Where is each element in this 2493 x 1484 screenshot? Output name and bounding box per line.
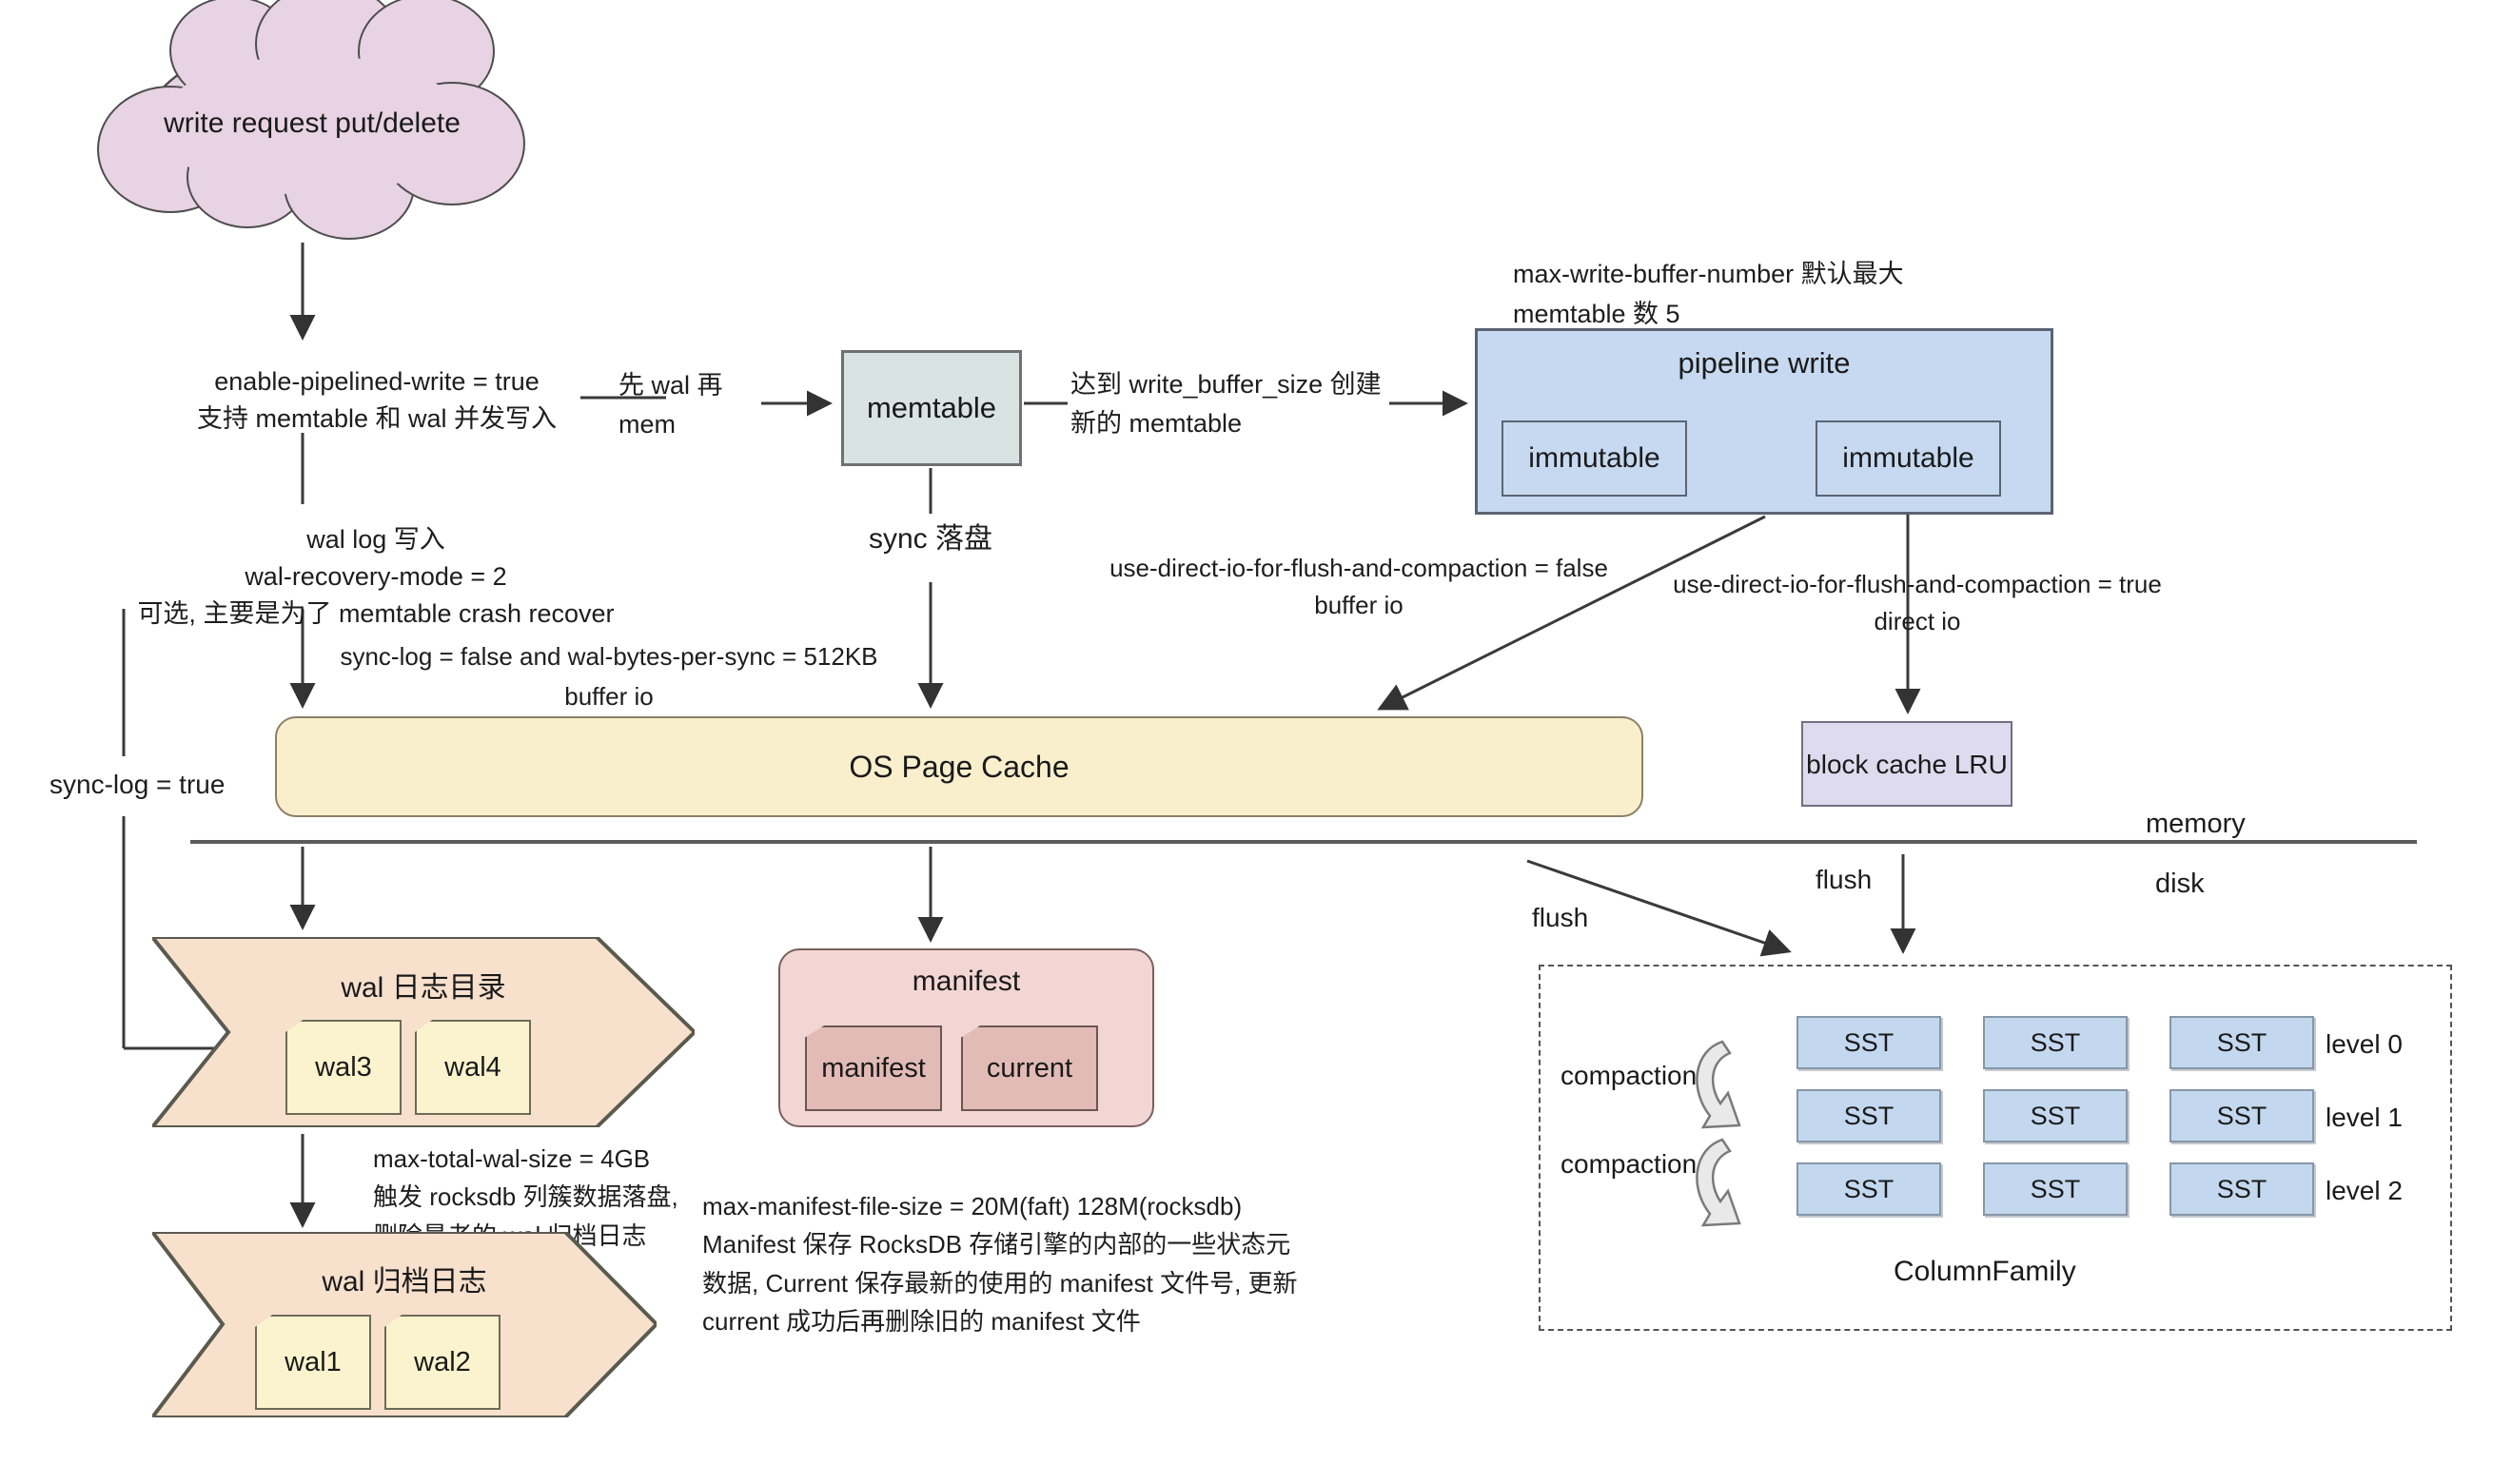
level-1-label: level 1 — [2326, 1103, 2403, 1132]
sst-l0-c1: SST — [1983, 1016, 2128, 1069]
sst-l1-c2: SST — [2169, 1089, 2314, 1142]
sst-l2-c1-label: SST — [2030, 1174, 2081, 1203]
sst-l2-c1: SST — [1983, 1162, 2128, 1216]
column-family-label: ColumnFamily — [1894, 1256, 2076, 1287]
manifest-file-label: manifest — [821, 1052, 926, 1084]
sync-log-true-label: sync-log = true — [49, 770, 226, 799]
compaction-label-1: compaction — [1561, 1061, 1698, 1090]
wal-file-wal1-label: wal1 — [285, 1346, 342, 1377]
immutable-box-1: immutable — [1502, 420, 1687, 497]
wal-file-wal4: wal4 — [415, 1020, 531, 1115]
block-cache-box: block cache LRU — [1801, 721, 2012, 807]
current-file: current — [961, 1025, 1098, 1111]
compaction-label-2: compaction — [1561, 1149, 1698, 1179]
wal-file-wal2-label: wal2 — [414, 1346, 471, 1377]
wal-then-mem-label: 先 wal 再 mem — [618, 371, 723, 439]
sst-l1-c1: SST — [1983, 1089, 2128, 1142]
disk-label: disk — [2155, 869, 2205, 899]
sst-l2-c2: SST — [2169, 1162, 2314, 1216]
wal-archive-title: wal 归档日志 — [322, 1266, 487, 1298]
level-2-label: level 2 — [2326, 1176, 2403, 1205]
sst-l1-c0: SST — [1796, 1089, 1941, 1142]
immutable-label-1: immutable — [1528, 442, 1660, 474]
wal-file-wal3-label: wal3 — [315, 1051, 372, 1083]
memory-label: memory — [2146, 809, 2246, 839]
immutable-label-2: immutable — [1842, 442, 1974, 474]
direct-io-true-label: use-direct-io-for-flush-and-compaction =… — [1673, 570, 2162, 635]
sync-log-false-label: sync-log = false and wal-bytes-per-sync … — [340, 642, 878, 711]
write-request-cloud: write request put/delete — [97, 0, 525, 240]
immutable-box-2: immutable — [1816, 420, 2001, 497]
level-0-label: level 0 — [2326, 1029, 2403, 1059]
sst-l1-c2-label: SST — [2216, 1101, 2267, 1130]
reach-write-buffer-size-label: 达到 write_buffer_size 创建 新的 memtable — [1070, 370, 1382, 438]
flush-right-label: flush — [1816, 865, 1873, 894]
sst-l2-c0: SST — [1796, 1162, 1941, 1216]
sst-l1-c0-label: SST — [1843, 1101, 1894, 1130]
pipeline-write-label: pipeline write — [1678, 346, 1851, 380]
manifest-title: manifest — [912, 966, 1021, 997]
wal-file-wal1: wal1 — [255, 1315, 371, 1410]
sst-l0-c1-label: SST — [2030, 1027, 2081, 1057]
max-write-buffer-number-label: max-write-buffer-number 默认最大 memtable 数 … — [1513, 260, 1904, 328]
sst-l1-c1-label: SST — [2030, 1101, 2081, 1130]
os-page-cache-label: OS Page Cache — [849, 749, 1070, 784]
sync-flush-label: sync 落盘 — [868, 523, 993, 555]
flush-left-label: flush — [1532, 903, 1589, 932]
manifest-description-label: max-manifest-file-size = 20M(faft) 128M(… — [702, 1192, 1298, 1336]
cloud-label: write request put/delete — [164, 107, 461, 140]
manifest-file: manifest — [805, 1025, 942, 1111]
os-page-cache-box: OS Page Cache — [275, 716, 1643, 817]
sst-l0-c0: SST — [1796, 1016, 1941, 1069]
sst-l0-c2: SST — [2169, 1016, 2314, 1069]
memtable-box: memtable — [841, 350, 1022, 466]
current-file-label: current — [986, 1052, 1073, 1084]
direct-io-false-label: use-direct-io-for-flush-and-compaction =… — [1109, 554, 1608, 619]
wal-file-wal3: wal3 — [285, 1020, 402, 1115]
memtable-label: memtable — [866, 391, 997, 424]
diagram-canvas: write request put/delete enable-pipeline… — [0, 0, 2493, 1484]
sst-l0-c0-label: SST — [1843, 1027, 1894, 1057]
enable-pipelined-write-label: enable-pipelined-write = true 支持 memtabl… — [196, 367, 558, 434]
wal-log-directory-title: wal 日志目录 — [341, 972, 506, 1004]
sst-l2-c2-label: SST — [2216, 1174, 2267, 1203]
block-cache-label: block cache LRU — [1806, 749, 2008, 779]
sst-l2-c0-label: SST — [1843, 1174, 1894, 1203]
wal-file-wal4-label: wal4 — [444, 1051, 501, 1083]
wal-log-write-label: wal log 写入 wal-recovery-mode = 2 可选, 主要是… — [137, 525, 615, 629]
sst-l0-c2-label: SST — [2216, 1027, 2267, 1057]
wal-file-wal2: wal2 — [384, 1315, 501, 1410]
